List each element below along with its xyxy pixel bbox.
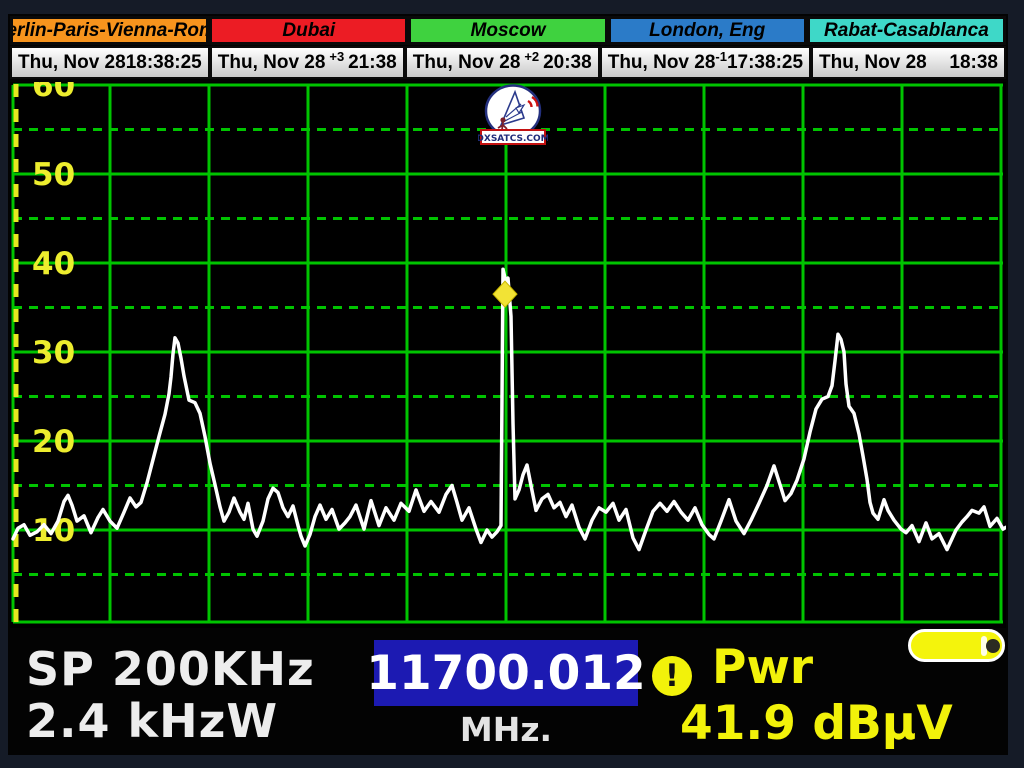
dxsatcs-logo: DXSATCS.COM	[478, 84, 548, 146]
y-axis-label: 30	[32, 335, 75, 371]
date-text: Thu, Nov 28	[819, 52, 927, 74]
y-axis-label: 50	[32, 157, 75, 193]
marker-diamond	[493, 281, 517, 307]
utc-offset: +2	[524, 49, 539, 64]
utc-offset: +3	[329, 49, 344, 64]
time-cell-dubai: Thu, Nov 28 +3 21:38	[210, 46, 405, 79]
city-tab-dubai[interactable]: Dubai	[209, 16, 408, 45]
spectrum-plot: 605040302010	[10, 82, 1006, 628]
bandwidth-readout: 2.4 kHzW	[26, 694, 278, 748]
time-text: 20:38	[543, 52, 592, 74]
utc-offset: -1	[715, 49, 727, 64]
satellite-dish-icon: DXSATCS.COM	[478, 84, 548, 146]
time-cell-berlin: Thu, Nov 28 18:38:25	[10, 46, 210, 79]
spectrum-trace	[13, 269, 1006, 549]
city-tab-london[interactable]: London, Eng	[608, 16, 807, 45]
time-cell-rabat: Thu, Nov 28 18:38	[811, 46, 1006, 79]
date-text: Thu, Nov 28	[218, 52, 326, 74]
frequency-display[interactable]: 11700.012	[374, 640, 638, 706]
city-tab-rabat-casablanca[interactable]: Rabat-Casablanca	[807, 16, 1006, 45]
time-text: 17:38:25	[727, 52, 803, 74]
svg-text:DXSATCS.COM: DXSATCS.COM	[478, 134, 548, 144]
power-label: Pwr	[712, 640, 813, 695]
time-text: 21:38	[348, 52, 397, 74]
power-value: 41.9 dBµV	[680, 696, 953, 751]
battery-toggle[interactable]	[908, 629, 1005, 662]
span-readout: SP 200KHz	[26, 642, 315, 696]
time-text: 18:38	[949, 52, 998, 74]
time-cell-london: Thu, Nov 28 -1 17:38:25	[600, 46, 811, 79]
screen: Berlin-Paris-Vienna-Roma Dubai Moscow Lo…	[0, 0, 1024, 768]
frequency-unit-label: MHz.	[374, 710, 638, 749]
date-text: Thu, Nov 28	[608, 52, 716, 74]
city-tab-berlin-paris-vienna-roma[interactable]: Berlin-Paris-Vienna-Roma	[10, 16, 209, 45]
y-axis-label: 60	[32, 82, 75, 104]
time-cell-moscow: Thu, Nov 28 +2 20:38	[405, 46, 600, 79]
warning-icon: !	[652, 656, 692, 696]
world-clock-time-bar: Thu, Nov 28 18:38:25 Thu, Nov 28 +3 21:3…	[10, 46, 1006, 79]
city-tab-moscow[interactable]: Moscow	[408, 16, 607, 45]
battery-knob-icon	[986, 639, 1000, 653]
date-text: Thu, Nov 28	[18, 52, 126, 74]
world-clock-city-bar: Berlin-Paris-Vienna-Roma Dubai Moscow Lo…	[10, 16, 1006, 45]
y-axis-label: 20	[32, 424, 75, 460]
date-text: Thu, Nov 28	[413, 52, 521, 74]
spectrum-chart: 605040302010	[10, 82, 1006, 628]
time-text: 18:38:25	[126, 52, 202, 74]
y-axis-label: 40	[32, 246, 75, 282]
